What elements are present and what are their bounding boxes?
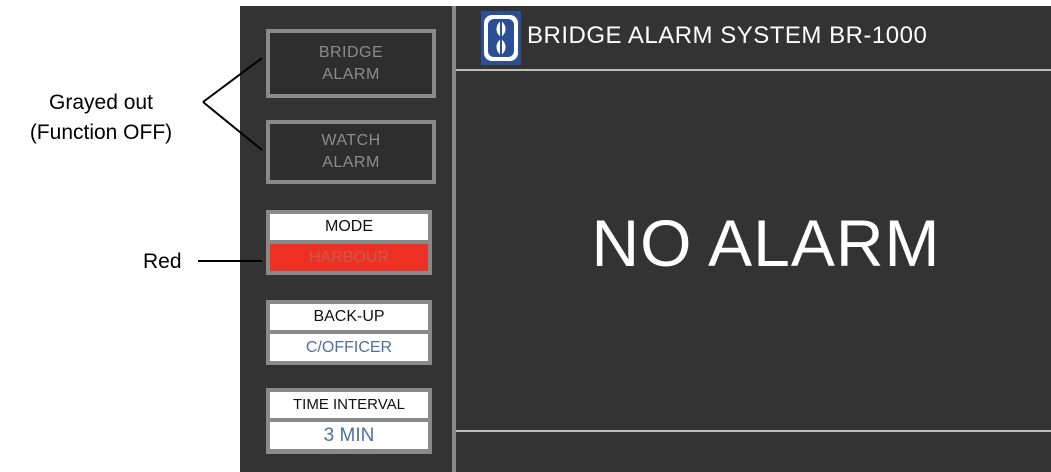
annotation-leader-lines	[198, 57, 263, 262]
